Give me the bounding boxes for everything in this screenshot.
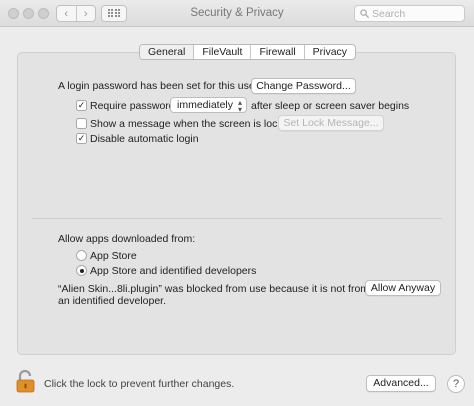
disable-auto-login-checkbox[interactable]: ✓ xyxy=(76,133,87,144)
radio-app-store-label: App Store xyxy=(90,250,137,262)
set-lock-message-button[interactable]: Set Lock Message... xyxy=(278,115,384,131)
search-field[interactable]: Search xyxy=(354,5,465,22)
show-message-checkbox[interactable] xyxy=(76,118,87,129)
tab-privacy[interactable]: Privacy xyxy=(303,45,355,59)
help-button[interactable]: ? xyxy=(447,375,465,393)
advanced-button[interactable]: Advanced... xyxy=(366,375,436,392)
blocked-message-line1: “Alien Skin...8li.plugin” was blocked fr… xyxy=(58,283,370,295)
radio-app-store[interactable] xyxy=(76,250,87,261)
change-password-button[interactable]: Change Password... xyxy=(251,78,356,94)
login-password-label: A login password has been set for this u… xyxy=(58,80,259,92)
title-bar: ‹ › Security & Privacy Search xyxy=(0,0,474,27)
disable-auto-login-label: Disable automatic login xyxy=(90,133,199,145)
search-placeholder: Search xyxy=(372,7,406,20)
lock-icon[interactable] xyxy=(16,369,36,393)
search-icon xyxy=(360,9,369,18)
section-divider xyxy=(32,218,442,219)
require-password-checkbox[interactable]: ✓ xyxy=(76,100,87,111)
require-password-suffix: after sleep or screen saver begins xyxy=(251,100,410,112)
require-password-select[interactable]: immediately ▴ ▾ xyxy=(170,97,247,114)
tab-general[interactable]: General xyxy=(140,45,194,59)
allow-apps-heading: Allow apps downloaded from: xyxy=(58,233,196,245)
lock-hint-text: Click the lock to prevent further change… xyxy=(44,378,235,390)
select-arrows-icon: ▴ ▾ xyxy=(237,98,242,114)
require-password-label: Require password xyxy=(90,100,175,112)
show-message-label: Show a message when the screen is locked xyxy=(90,118,295,130)
require-password-select-value: immediately xyxy=(177,99,234,111)
tab-bar: General FileVault Firewall Privacy xyxy=(139,44,357,60)
radio-app-store-identified-label: App Store and identified developers xyxy=(90,265,257,277)
allow-anyway-button[interactable]: Allow Anyway xyxy=(365,280,441,296)
radio-app-store-identified[interactable] xyxy=(76,265,87,276)
tab-firewall[interactable]: Firewall xyxy=(250,45,303,59)
tab-filevault[interactable]: FileVault xyxy=(193,45,250,59)
blocked-message-line2: an identified developer. xyxy=(58,295,166,307)
